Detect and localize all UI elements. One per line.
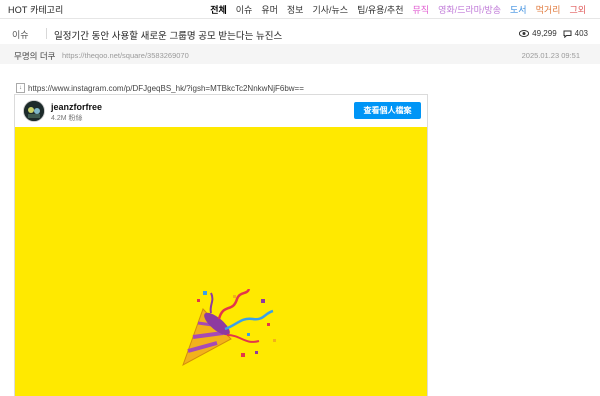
view-count: 49,299 — [532, 29, 557, 38]
instagram-header: jeanzforfree 4.2M 粉絲 查看個人檔案 — [15, 95, 427, 127]
avatar[interactable] — [23, 100, 45, 122]
category-tab-etc[interactable]: 그외 — [569, 3, 586, 16]
post-title: 일정기간 동안 사용할 새로운 그룹명 공모 받는다는 뉴진스 — [54, 31, 283, 42]
comment-count: 403 — [574, 29, 588, 38]
category-nav: 전체 이슈 유머 정보 기사/뉴스 팁/유용/추천 뮤직 영화/드라마/방송 도… — [210, 3, 586, 16]
category-tab-issue[interactable]: 이슈 — [236, 3, 253, 16]
category-tab-humor[interactable]: 유머 — [261, 3, 278, 16]
post-category[interactable]: 이슈 — [12, 28, 29, 41]
category-tab-tips[interactable]: 팁/유용/추천 — [357, 3, 403, 16]
category-tab-movie[interactable]: 영화/드라마/방송 — [438, 3, 501, 16]
embedded-link-url[interactable]: https://www.instagram.com/p/DFJgeqBS_hk/… — [28, 84, 304, 93]
post-stats: 49,299 403 — [519, 29, 588, 38]
avatar-image — [24, 101, 44, 121]
hot-category-label: HOT 카테고리 — [8, 3, 63, 16]
post-url[interactable]: https://theqoo.net/square/3583269070 — [62, 51, 189, 60]
hot-label: HOT — [8, 5, 28, 15]
download-icon: ↓ — [16, 83, 25, 93]
comment-icon — [563, 30, 572, 38]
category-tab-food[interactable]: 먹거리 — [536, 3, 561, 16]
party-popper-icon — [182, 289, 276, 367]
instagram-media[interactable] — [15, 127, 427, 396]
category-tab-all[interactable]: 전체 — [210, 3, 227, 16]
category-tab-info[interactable]: 정보 — [287, 3, 304, 16]
embedded-link[interactable]: ↓ https://www.instagram.com/p/DFJgeqBS_h… — [16, 83, 304, 93]
follower-count: 4.2M 粉絲 — [51, 115, 83, 122]
category-tab-music[interactable]: 뮤직 — [413, 3, 430, 16]
category-tab-news[interactable]: 기사/뉴스 — [312, 3, 348, 16]
divider — [46, 28, 47, 39]
view-profile-button[interactable]: 查看個人檔案 — [354, 102, 421, 119]
category-bar: HOT 카테고리 전체 이슈 유머 정보 기사/뉴스 팁/유용/추천 뮤직 영화… — [0, 0, 600, 19]
category-label: 카테고리 — [30, 5, 64, 15]
eye-icon — [519, 30, 530, 37]
post-header: 이슈 일정기간 동안 사용할 새로운 그룹명 공모 받는다는 뉴진스 49,29… — [12, 26, 588, 42]
instagram-embed: jeanzforfree 4.2M 粉絲 查看個人檔案 — [14, 94, 428, 396]
post-date: 2025.01.23 09:51 — [521, 51, 580, 60]
author-name: 무명의 더쿠 — [14, 51, 56, 61]
account-name[interactable]: jeanzforfree — [51, 102, 102, 112]
category-tab-books[interactable]: 도서 — [510, 3, 527, 16]
post-meta-bar: 무명의 더쿠 https://theqoo.net/square/3583269… — [0, 44, 600, 64]
